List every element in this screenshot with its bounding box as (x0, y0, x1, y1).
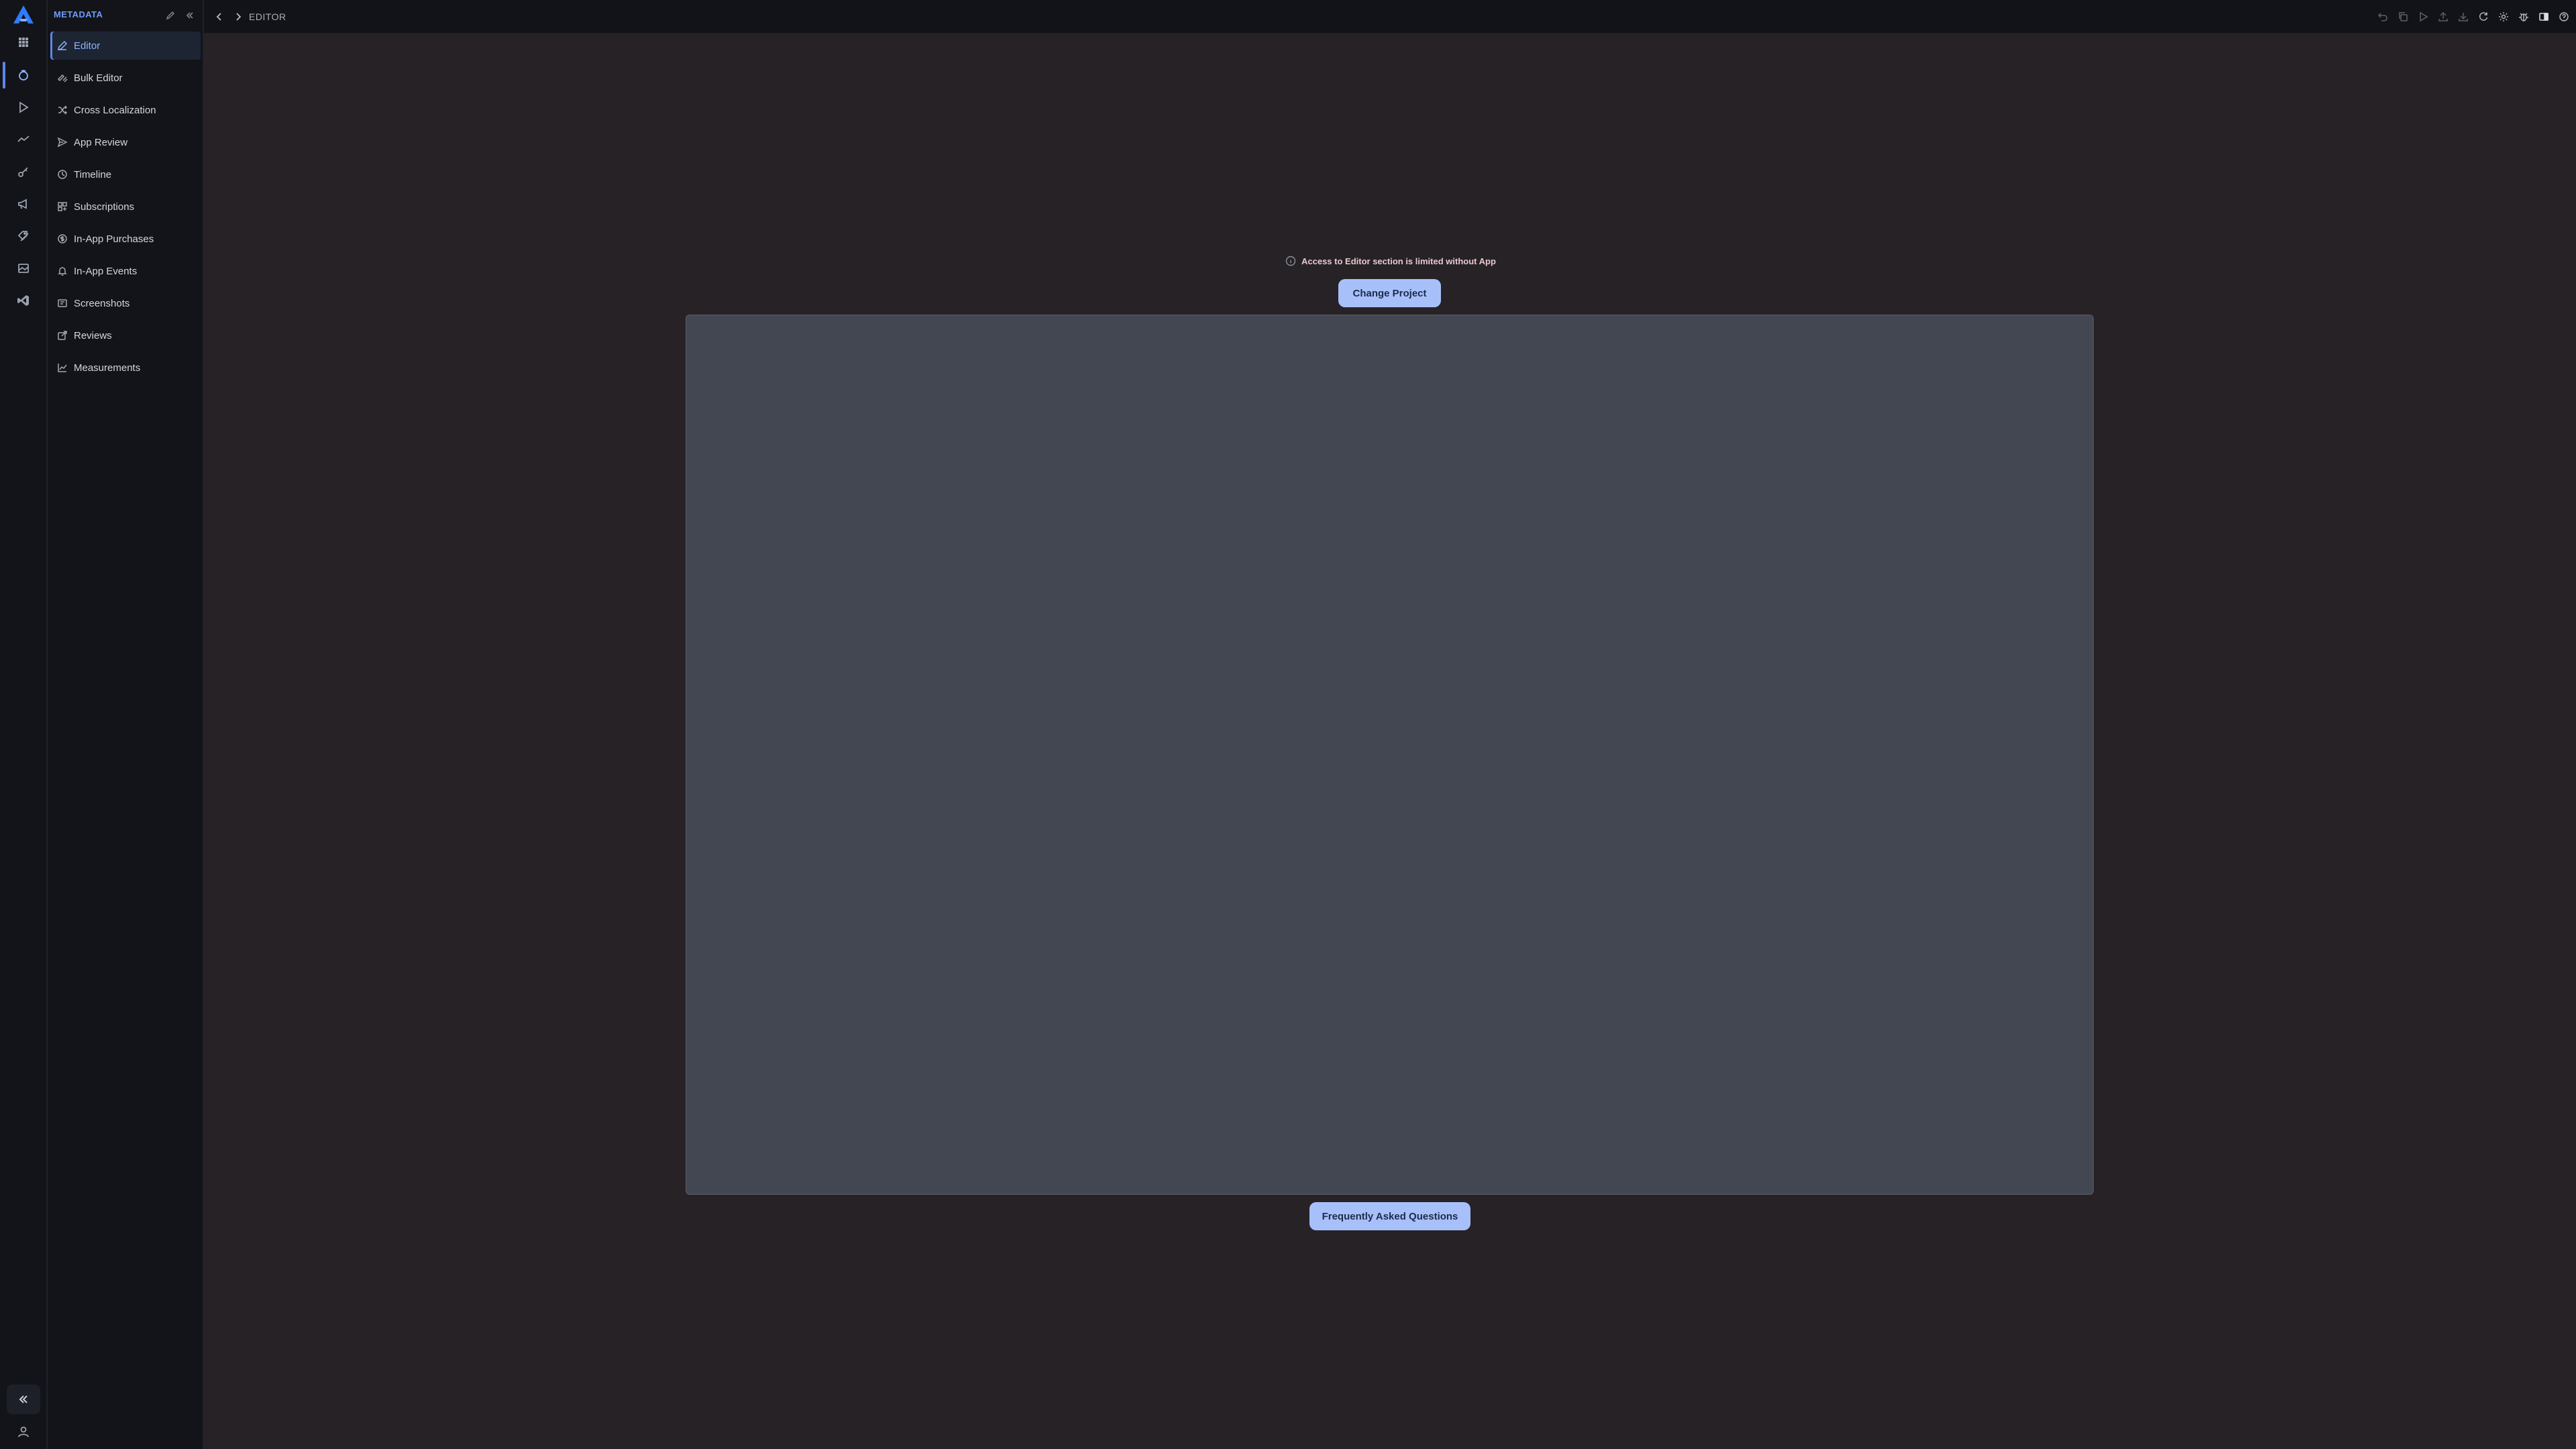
coin-icon (57, 233, 68, 244)
app-store-icon (19, 70, 28, 80)
app-logo-icon[interactable] (11, 3, 36, 27)
rail-gallery-button[interactable] (7, 255, 40, 282)
rail-play-button[interactable] (7, 94, 40, 121)
sidebar-item-in-app-purchases[interactable]: In-App Purchases (50, 225, 201, 253)
topbar: EDITOR (204, 0, 2576, 34)
sidebar-item-label: In-App Events (74, 265, 138, 277)
sidebar-item-reviews[interactable]: Reviews (50, 321, 201, 350)
trend-icon (17, 136, 30, 142)
sidebar-item-label: Reviews (74, 329, 112, 341)
info-icon (1285, 256, 1296, 266)
multi-pen-icon (57, 72, 68, 83)
sidebar-item-measurements[interactable]: Measurements (50, 354, 201, 382)
rail-active-indicator (3, 62, 5, 89)
rail-analytics-button[interactable] (7, 126, 40, 153)
rail-tags-button[interactable] (7, 223, 40, 250)
settings-icon[interactable] (2496, 9, 2512, 25)
copy-icon[interactable] (2395, 9, 2411, 25)
clock-icon (57, 169, 68, 180)
megaphone-icon (18, 199, 27, 209)
sidebar-item-label: Measurements (74, 362, 141, 374)
user-profile-button[interactable] (7, 1418, 40, 1445)
undo-icon[interactable] (2375, 9, 2391, 25)
sidebar-item-label: Screenshots (74, 297, 130, 309)
download-icon[interactable] (2455, 9, 2471, 25)
edit-icon[interactable] (163, 8, 178, 23)
app-root: METADATA Editor Bulk Editor Cross Locali… (0, 0, 2576, 1449)
upload-icon[interactable] (2435, 9, 2451, 25)
grid-icon (19, 38, 28, 47)
toolbar (2375, 9, 2572, 25)
rail-metadata-button[interactable] (7, 62, 40, 89)
sidebar-item-bulk-editor[interactable]: Bulk Editor (50, 64, 201, 92)
rail-code-button[interactable] (7, 287, 40, 314)
rail-marketing-button[interactable] (7, 191, 40, 217)
sidebar-item-label: Editor (74, 40, 101, 52)
forward-button[interactable] (231, 9, 246, 25)
chevron-right-icon (236, 13, 241, 21)
user-icon (18, 1426, 29, 1438)
chart-icon (57, 362, 68, 373)
chevron-left-icon (216, 13, 221, 21)
breadcrumb: EDITOR (249, 11, 286, 22)
access-notice-text: Access to Editor section is limited with… (1301, 256, 1496, 266)
play-outline-icon[interactable] (2415, 9, 2431, 25)
help-icon[interactable] (2556, 9, 2572, 25)
send-icon (57, 137, 68, 148)
sidebar-item-timeline[interactable]: Timeline (50, 160, 201, 189)
sidebar-item-in-app-events[interactable]: In-App Events (50, 257, 201, 285)
sidebar-item-app-review[interactable]: App Review (50, 128, 201, 156)
tags-icon (17, 231, 29, 241)
sidebar-item-subscriptions[interactable]: Subscriptions (50, 193, 201, 221)
editor-preview-panel (686, 315, 2094, 1195)
shuffle-icon (57, 105, 68, 115)
subscriptions-icon (57, 201, 68, 212)
reviews-icon (57, 330, 68, 341)
back-button[interactable] (212, 9, 227, 25)
faq-button[interactable]: Frequently Asked Questions (1309, 1202, 1470, 1230)
change-project-button[interactable]: Change Project (1338, 279, 1441, 307)
sidebar-item-cross-localization[interactable]: Cross Localization (50, 96, 201, 124)
sidebar-item-screenshots[interactable]: Screenshots (50, 289, 201, 317)
sidebar-item-label: Cross Localization (74, 104, 156, 116)
refresh-icon[interactable] (2475, 9, 2491, 25)
sidebar-item-label: Timeline (74, 168, 112, 180)
panel-icon[interactable] (2536, 9, 2552, 25)
collapse-sidebar-icon[interactable] (182, 8, 197, 23)
screenshots-icon (57, 298, 68, 309)
bug-icon[interactable] (2516, 9, 2532, 25)
sidebar-item-editor[interactable]: Editor (50, 32, 201, 60)
access-notice: Access to Editor section is limited with… (1285, 254, 1496, 268)
key-icon (18, 167, 28, 177)
sidebar-item-label: Bulk Editor (74, 72, 123, 84)
sidebar-item-label: Subscriptions (74, 201, 135, 213)
rail-collapse-button[interactable] (7, 1385, 40, 1414)
icon-rail (0, 0, 47, 1449)
sidebar-title: METADATA (54, 9, 103, 19)
double-chevron-left-icon (19, 1395, 28, 1403)
section-sidebar: METADATA Editor Bulk Editor Cross Locali… (48, 0, 203, 1449)
rail-keys-button[interactable] (7, 158, 40, 185)
sidebar-item-label: App Review (74, 136, 128, 148)
sidebar-header: METADATA (48, 0, 203, 30)
rail-grid-button[interactable] (7, 29, 40, 56)
pen-icon (57, 40, 68, 51)
sidebar-item-label: In-App Purchases (74, 233, 154, 245)
code-icon (17, 295, 29, 306)
play-icon (19, 101, 29, 113)
bell-icon (57, 266, 68, 276)
image-icon (18, 264, 29, 273)
